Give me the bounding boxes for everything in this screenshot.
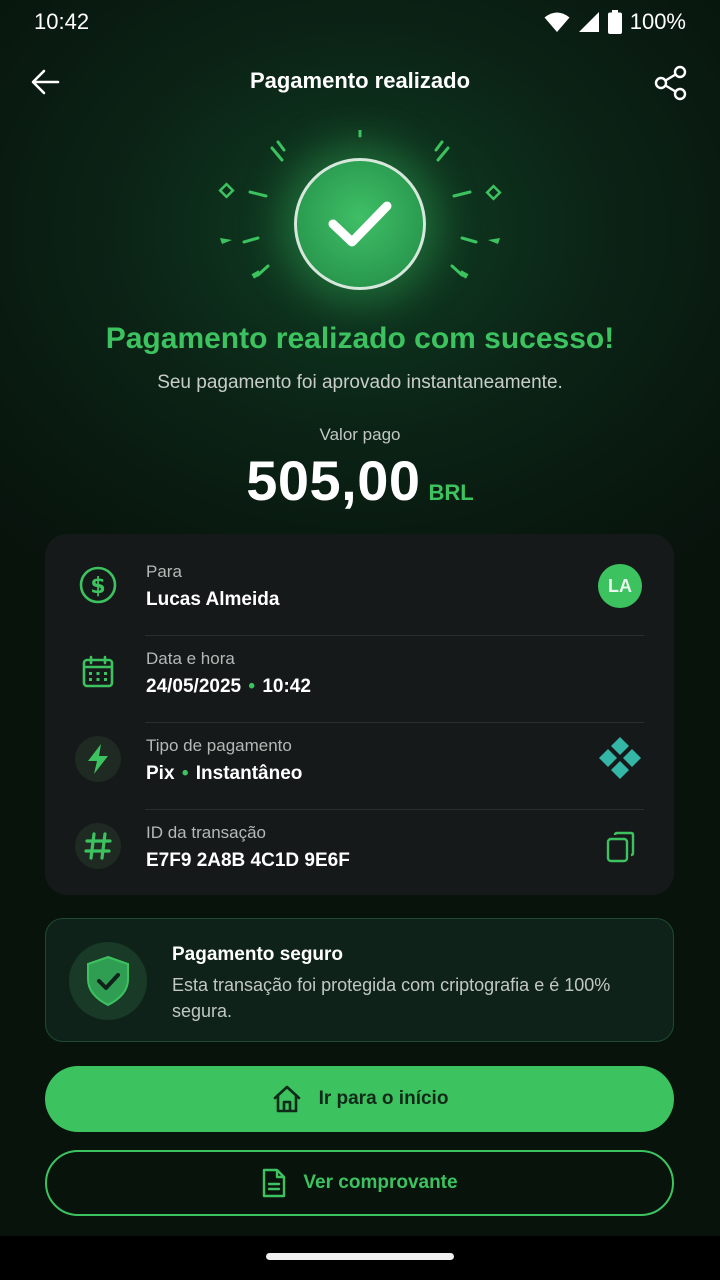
dollar-circle-icon: $ [79, 566, 117, 604]
go-home-button[interactable]: Ir para o início [45, 1066, 674, 1132]
shield-check-icon [87, 955, 129, 1007]
status-icons: 100% [544, 9, 686, 35]
home-indicator[interactable] [266, 1253, 454, 1260]
amount-display: 505,00 BRL [0, 448, 720, 513]
battery-percent: 100% [629, 9, 686, 34]
payment-type-label: Tipo de pagamento [146, 736, 292, 755]
calendar-icon [82, 655, 114, 688]
battery-icon [607, 10, 622, 34]
success-title: Pagamento realizado com sucesso! [105, 322, 615, 355]
copy-icon [606, 831, 635, 863]
share-button[interactable] [652, 64, 690, 102]
document-icon [263, 1168, 286, 1198]
transaction-details-card: $ Para Lucas Almeida LA Data e hora 24/0… [45, 534, 674, 895]
recipient-name: Lucas Almeida [146, 589, 280, 610]
transaction-icon-wrap [75, 823, 121, 869]
payment-speed: Instantâneo [195, 763, 303, 784]
wifi-icon [544, 12, 570, 32]
amount-value: 505,00 [246, 449, 421, 512]
page-title: Pagamento realizado [249, 68, 471, 93]
lightning-icon [88, 744, 108, 774]
recipient-label: Para [146, 562, 182, 581]
svg-text:$: $ [90, 574, 105, 599]
payment-icon-wrap [75, 736, 121, 782]
transaction-id-label: ID da transação [146, 823, 267, 842]
secure-title: Pagamento seguro [172, 944, 344, 965]
success-illustration [210, 130, 510, 310]
recipient-icon-wrap: $ [75, 562, 121, 608]
payment-method: Pix [146, 763, 175, 784]
check-icon [328, 201, 392, 247]
success-badge [294, 158, 426, 290]
status-time: 10:42 [34, 9, 90, 34]
secure-description: Esta transação foi protegida com criptog… [172, 975, 611, 1021]
datetime-icon-wrap [75, 649, 121, 695]
time-value: 10:42 [262, 676, 311, 697]
hash-icon [84, 832, 112, 860]
status-bar: 10:42 100% [0, 0, 720, 44]
secure-icon-wrap [69, 942, 147, 1020]
payment-type-value: Pix • Instantâneo [146, 763, 302, 785]
amount-currency: BRL [428, 480, 474, 505]
app-bar: Pagamento realizado [0, 52, 720, 112]
detail-row-recipient: $ Para Lucas Almeida LA [45, 542, 674, 636]
view-receipt-label: Ver comprovante [303, 1172, 458, 1193]
avatar: LA [598, 564, 642, 608]
separator-dot: • [181, 763, 189, 784]
datetime-label: Data e hora [146, 649, 235, 668]
amount-label: Valor pago [319, 425, 401, 444]
go-home-label: Ir para o início [318, 1088, 449, 1109]
pix-logo-icon [599, 737, 641, 779]
success-subtitle: Seu pagamento foi aprovado instantaneame… [157, 372, 563, 393]
system-nav-bar [0, 1236, 720, 1280]
separator-dot: • [248, 676, 256, 697]
detail-row-transaction-id: ID da transação E7F9 2A8B 4C1D 9E6F [45, 803, 674, 890]
cellular-signal-icon [578, 12, 599, 32]
secure-payment-card: Pagamento seguro Esta transação foi prot… [45, 918, 674, 1042]
date-value: 24/05/2025 [146, 676, 242, 697]
share-icon [654, 65, 687, 101]
datetime-value: 24/05/2025 • 10:42 [146, 676, 311, 698]
copy-transaction-id-button[interactable] [605, 830, 637, 864]
transaction-id-value: E7F9 2A8B 4C1D 9E6F [146, 850, 350, 871]
detail-row-payment-type: Tipo de pagamento Pix • Instantâneo [45, 716, 674, 810]
view-receipt-button[interactable]: Ver comprovante [45, 1150, 674, 1216]
detail-row-datetime: Data e hora 24/05/2025 • 10:42 [45, 629, 674, 723]
home-icon [273, 1085, 300, 1113]
